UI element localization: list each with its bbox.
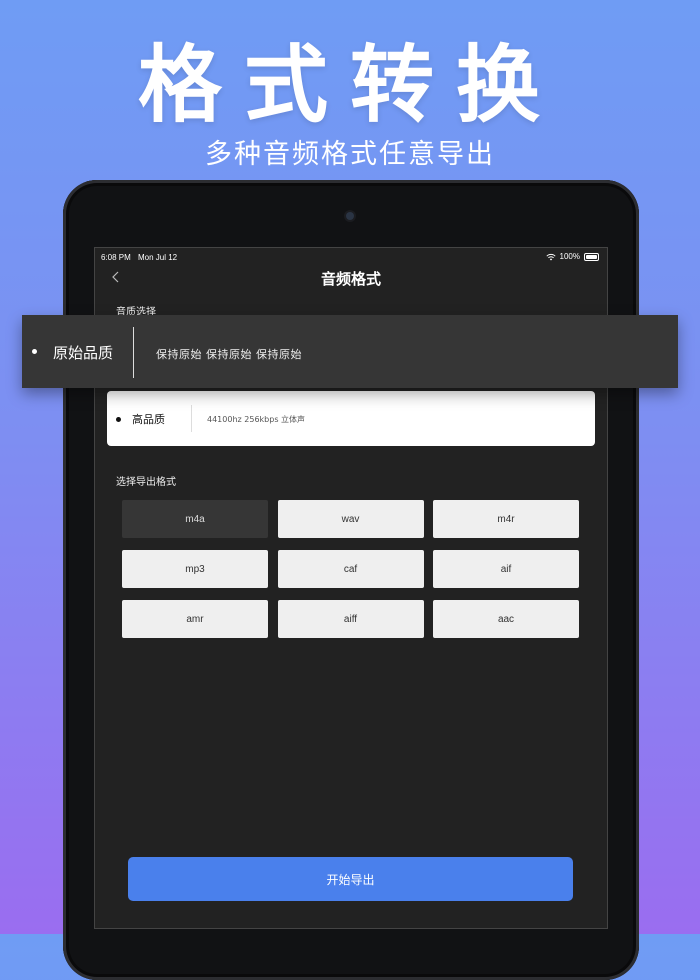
divider (191, 405, 192, 432)
camera-icon (346, 212, 354, 220)
quality-option-desc: 44100hz 256kbps 立体声 (207, 415, 306, 424)
bullet-icon (32, 349, 37, 354)
format-option-m4r[interactable]: m4r (433, 500, 579, 538)
page-title: 音频格式 (320, 270, 381, 288)
battery-percent: 100% (559, 252, 580, 261)
hero-title: 格式转换 (137, 36, 562, 134)
format-option-aac[interactable]: aac (433, 600, 579, 638)
quality-option-name: 原始品质 (53, 344, 114, 362)
status-time: 6:08 PM (101, 253, 131, 262)
status-bar: 6:08 PM Mon Jul 12 100% (95, 248, 607, 266)
status-date: Mon Jul 12 (138, 253, 178, 262)
start-export-button[interactable]: 开始导出 (128, 857, 573, 901)
wifi-icon (545, 253, 556, 260)
divider (133, 327, 134, 378)
format-option-caf[interactable]: caf (277, 550, 424, 588)
format-option-aif[interactable]: aif (433, 550, 579, 588)
format-grid: m4a wav m4r mp3 caf aif amr aiff aac (122, 500, 580, 638)
hero-subtitle: 多种音频格式任意导出 (205, 139, 495, 170)
format-option-aiff[interactable]: aiff (277, 600, 424, 638)
quality-option-high[interactable]: 高品质 44100hz 256kbps 立体声 (107, 391, 595, 446)
format-option-wav[interactable]: wav (277, 500, 424, 538)
format-option-m4a[interactable]: m4a (122, 500, 268, 538)
format-option-mp3[interactable]: mp3 (122, 550, 268, 588)
format-option-amr[interactable]: amr (122, 600, 268, 638)
status-right: 100% (545, 252, 599, 261)
quality-option-name: 高品质 (132, 413, 165, 426)
battery-icon (584, 252, 599, 261)
bullet-icon (116, 417, 121, 422)
quality-option-desc: 保持原始 保持原始 保持原始 (156, 348, 302, 361)
format-section-label: 选择导出格式 (116, 477, 176, 488)
quality-option-original[interactable]: 原始品质 保持原始 保持原始 保持原始 (22, 315, 678, 388)
